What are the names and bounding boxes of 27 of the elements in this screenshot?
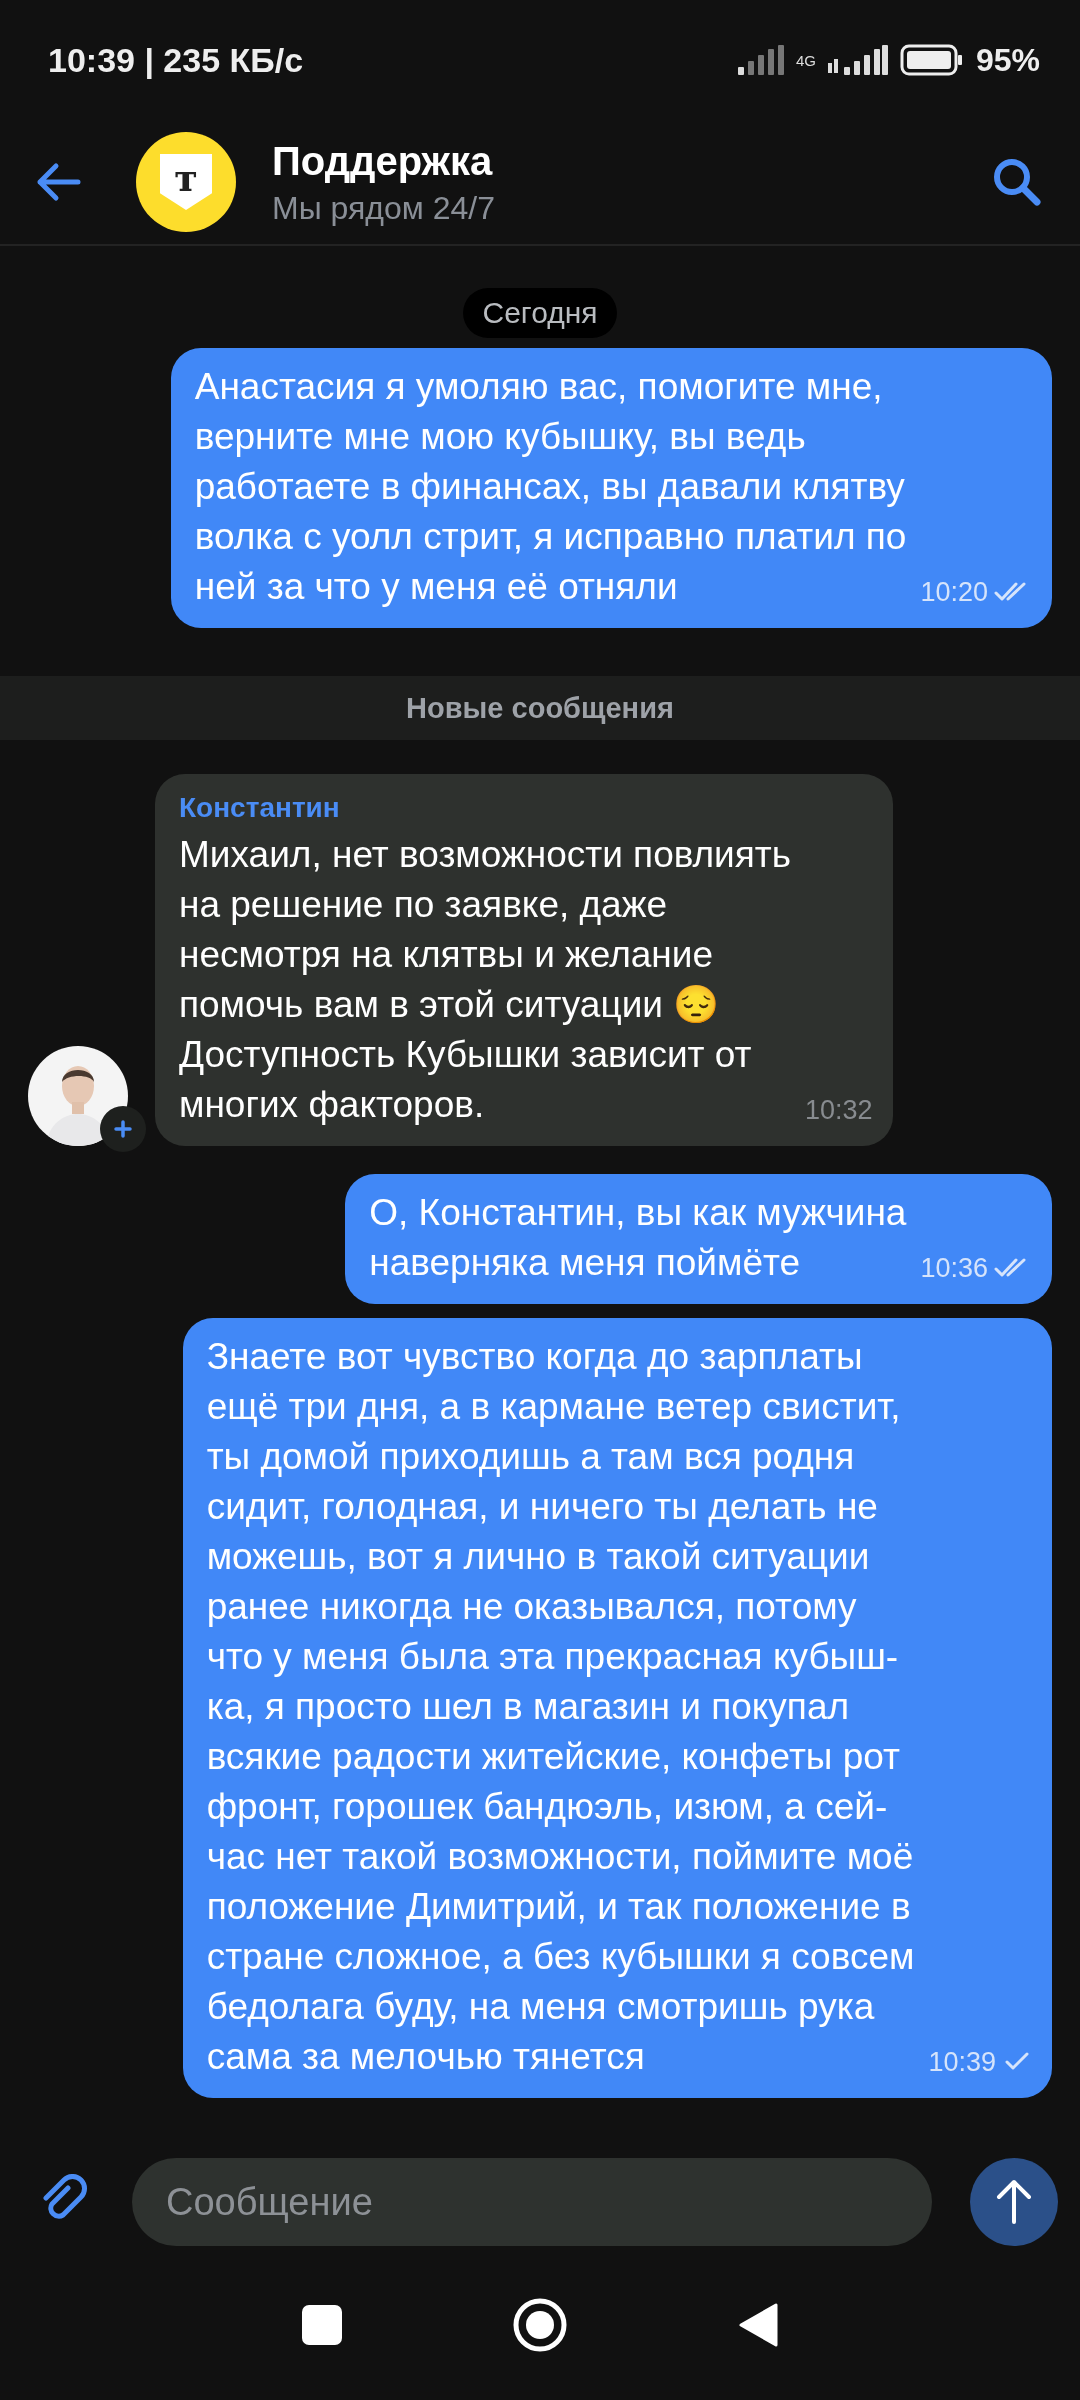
message-text: Знаете вот чувство когда до зарплаты ещё три дня, а в кармане ветер свистит, ты домой приходишь а там вся родня сидит, голодная, и ничего ты делать не можешь, вот я лично в такой ситуации ранее никогда не оказывался, потому что у меня была эта прекрасная кубыш- ка, я просто шел в магазин и покупал всякие радости житейские, конфеты рот фронт, горошек бандюэль, изюм, а сей- час нет такой возможности, поймите моё положение Димитрий, и так положение в стране сложное, а без кубышки я совсем бедолага буду, на меня смотришь рука сама за мелочью тянется	[206, 1335, 915, 2079]
message-field[interactable]: Сообщение	[132, 2158, 932, 2246]
add-contact-badge[interactable]	[100, 1106, 146, 1152]
back-triangle-icon[interactable]	[738, 2302, 778, 2348]
battery-icon	[899, 44, 964, 76]
message-time: 10:36	[920, 1252, 988, 1285]
message-time: 10:39	[928, 2046, 996, 2079]
message-time: 10:20	[920, 576, 988, 609]
home-circle-icon[interactable]	[512, 2297, 568, 2353]
search-icon[interactable]	[992, 157, 1042, 207]
signal-icon	[827, 45, 888, 75]
battery-percent: 95%	[975, 41, 1040, 79]
chat-subtitle: Мы рядом 24/7	[272, 189, 496, 228]
bank-logo: т	[136, 132, 236, 232]
status-time: 10:39 | 235 КБ/с	[48, 40, 304, 80]
plus-icon	[114, 1120, 132, 1138]
message-text: О, Константин, вы как мужчина наверняка меня поймёте	[369, 1191, 907, 1285]
message-text: Анастасия я умоляю вас, помогите мне, верните мне мою кубышку, вы ведь работаете в финансах, вы давали клятву волка с уолл стрит, я исправно платил по ней за что у меня её отняли	[194, 365, 907, 609]
date-pill: Сегодня	[462, 288, 618, 338]
message-time: 10:32	[805, 1094, 873, 1127]
chat-title: Поддержка	[272, 138, 494, 185]
square-icon[interactable]	[302, 2305, 342, 2345]
signal-icon	[737, 45, 784, 75]
up-arrow-icon	[994, 2178, 1034, 2226]
network-type: 4G	[795, 52, 816, 68]
sender-name: Константин	[179, 791, 341, 825]
message-text: Михаил, нет возможности повлиять на решение по заявке, даже несмотря на клятвы и желание помочь вам в этой ситуации 😔 Доступность Кубышки зависит от многих факторов.	[179, 833, 792, 1127]
